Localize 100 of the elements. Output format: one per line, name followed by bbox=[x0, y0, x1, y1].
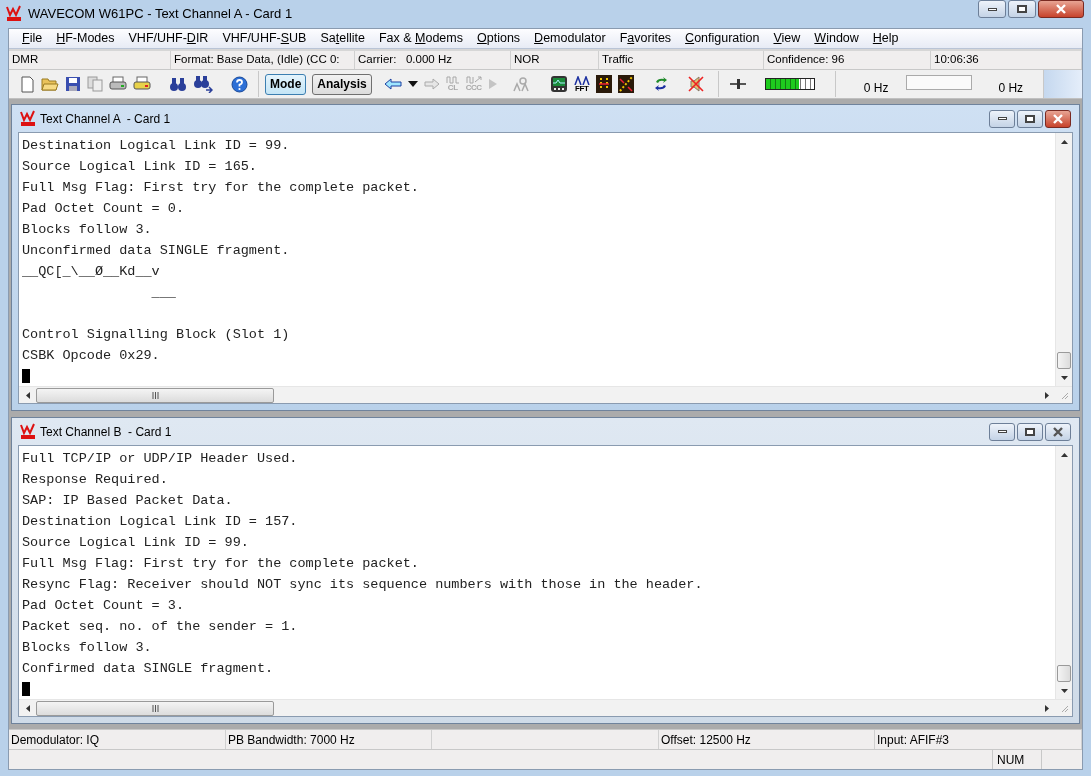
maximize-button[interactable] bbox=[1017, 422, 1043, 441]
output-line: Blocks follow 3. bbox=[22, 639, 153, 657]
menu-item[interactable]: Options bbox=[470, 29, 528, 48]
scroll-thumb[interactable] bbox=[36, 387, 274, 403]
menu-item[interactable]: View bbox=[766, 29, 808, 48]
dot-pattern-icon[interactable] bbox=[595, 75, 612, 93]
grip-icon bbox=[151, 391, 159, 399]
modulation-value: NOR bbox=[514, 52, 540, 68]
output-line: Destination Logical Link ID = 157. bbox=[22, 513, 299, 531]
vertical-scrollbar[interactable] bbox=[1055, 133, 1072, 386]
minimize-button[interactable] bbox=[989, 109, 1015, 128]
scroll-up-icon[interactable] bbox=[1060, 452, 1068, 457]
menu-item[interactable]: Fax & Modems bbox=[371, 29, 470, 48]
num-lock-indicator: NUM bbox=[997, 751, 1025, 769]
menu-item[interactable]: Satellite bbox=[313, 29, 372, 48]
mode-value: DMR bbox=[12, 52, 39, 68]
binoculars-arrow-icon[interactable] bbox=[193, 75, 213, 93]
menu-item[interactable]: Window bbox=[807, 29, 866, 48]
output-line: CSBK Opcode 0x29. bbox=[22, 347, 161, 365]
output-line: Source Logical Link ID = 99. bbox=[22, 534, 250, 552]
menu-item[interactable]: VHF/UHF-SUB bbox=[215, 29, 314, 48]
new-document-icon bbox=[19, 75, 35, 93]
output-line: Full Msg Flag: First try for the complete packet. bbox=[22, 179, 420, 197]
save-icon bbox=[65, 76, 81, 92]
frequency-value: 0 Hz bbox=[998, 80, 1024, 97]
toolbar-button[interactable]: Mode bbox=[265, 73, 307, 95]
toolbar-button[interactable]: Analysis bbox=[312, 73, 372, 95]
output-line: ___ bbox=[150, 284, 177, 302]
horizontal-scrollbar[interactable] bbox=[19, 699, 1072, 716]
output-line: Response Required. bbox=[22, 471, 169, 489]
window-logo-icon bbox=[20, 110, 36, 127]
output-line: Pad Octet Count = 0. bbox=[22, 200, 186, 218]
refresh-arrows-icon[interactable] bbox=[653, 76, 668, 92]
close-button[interactable] bbox=[1045, 109, 1071, 128]
traffic-value: Traffic bbox=[602, 52, 634, 68]
menu-item[interactable]: HF-Modes bbox=[49, 29, 122, 48]
child-window-title: Text Channel A - Card 1 bbox=[40, 110, 171, 128]
close-icon bbox=[1055, 4, 1067, 14]
scroll-left-icon[interactable] bbox=[25, 704, 30, 712]
scroll-right-icon[interactable] bbox=[1044, 391, 1049, 399]
help-icon[interactable] bbox=[231, 75, 248, 93]
scroll-right-icon[interactable] bbox=[1044, 704, 1049, 712]
output-line: Confirmed data SINGLE fragment. bbox=[22, 660, 275, 678]
caret-icon[interactable] bbox=[407, 81, 418, 87]
demodulator-status: Demodulator: IQ bbox=[11, 731, 100, 749]
binoculars-icon[interactable] bbox=[169, 76, 187, 92]
output-line: __QC[_\__Ø__Kd__v bbox=[22, 263, 161, 281]
slider-icon[interactable] bbox=[728, 79, 747, 89]
scroll-thumb[interactable] bbox=[36, 700, 274, 716]
format-value: Format: Base Data, (Idle) (CC 0: bbox=[174, 52, 340, 68]
output-line: Full Msg Flag: First try for the complete packet. bbox=[22, 555, 420, 573]
scroll-up-icon[interactable] bbox=[1060, 139, 1068, 144]
carrier-value: Carrier: 0.000 Hz bbox=[358, 52, 452, 68]
left-arrow-icon[interactable] bbox=[383, 78, 402, 90]
maximize-button[interactable] bbox=[1017, 109, 1043, 128]
muted-speaker-icon[interactable] bbox=[687, 75, 704, 93]
close-icon bbox=[1052, 426, 1064, 437]
output-line: Blocks follow 3. bbox=[22, 221, 153, 239]
app-logo-icon bbox=[6, 5, 22, 22]
scroll-down-icon[interactable] bbox=[1060, 688, 1068, 693]
oscilloscope-icon[interactable] bbox=[549, 75, 568, 93]
output-line: Pad Octet Count = 3. bbox=[22, 597, 186, 615]
scroll-thumb[interactable] bbox=[1057, 665, 1071, 682]
tuning-indicator bbox=[906, 75, 973, 90]
scroll-down-icon[interactable] bbox=[1060, 375, 1068, 380]
maximize-button[interactable] bbox=[1008, 0, 1036, 18]
scroll-thumb[interactable] bbox=[1057, 352, 1071, 369]
output-line: Packet seq. no. of the sender = 1. bbox=[22, 618, 299, 636]
vertical-scrollbar[interactable] bbox=[1055, 446, 1072, 699]
close-button[interactable] bbox=[1038, 0, 1084, 18]
output-line: SAP: IP Based Packet Data. bbox=[22, 492, 234, 510]
text-cursor bbox=[22, 369, 30, 383]
output-line: Source Logical Link ID = 165. bbox=[22, 158, 258, 176]
menu-item[interactable]: VHF/UHF-DIR bbox=[121, 29, 216, 48]
frequency-value: 0 Hz bbox=[863, 80, 889, 97]
grip-icon bbox=[151, 704, 159, 712]
menu-item[interactable]: Demodulator bbox=[527, 29, 613, 48]
horizontal-scrollbar[interactable] bbox=[19, 386, 1072, 403]
confidence-value: Confidence: 96 bbox=[767, 52, 845, 68]
menu-item[interactable]: Configuration bbox=[678, 29, 767, 48]
menu-item[interactable]: Favorites bbox=[612, 29, 679, 48]
menu-item[interactable]: File bbox=[15, 29, 50, 48]
output-line: Resync Flag: Receiver should NOT sync its sequence numbers with those in the header. bbox=[22, 576, 704, 594]
printer-icon bbox=[109, 76, 127, 92]
window-logo-icon bbox=[20, 423, 36, 440]
fft-button[interactable]: FFT bbox=[573, 75, 590, 93]
close-button[interactable] bbox=[1045, 422, 1071, 441]
printer-icon bbox=[133, 76, 151, 92]
open-folder-icon bbox=[41, 76, 59, 92]
output-line: Destination Logical Link ID = 99. bbox=[22, 137, 291, 155]
input-status: Input: AFIF#3 bbox=[877, 731, 950, 749]
copy-icon bbox=[87, 76, 103, 92]
minimize-button[interactable] bbox=[978, 0, 1006, 18]
diagonal-pattern-icon[interactable] bbox=[617, 75, 634, 93]
output-line: Full TCP/IP or UDP/IP Header Used. bbox=[22, 450, 299, 468]
output-line: Unconfirmed data SINGLE fragment. bbox=[22, 242, 291, 260]
minimize-button[interactable] bbox=[989, 422, 1015, 441]
scroll-left-icon[interactable] bbox=[25, 391, 30, 399]
menu-item[interactable]: Help bbox=[865, 29, 906, 48]
time-value: 10:06:36 bbox=[934, 52, 979, 68]
